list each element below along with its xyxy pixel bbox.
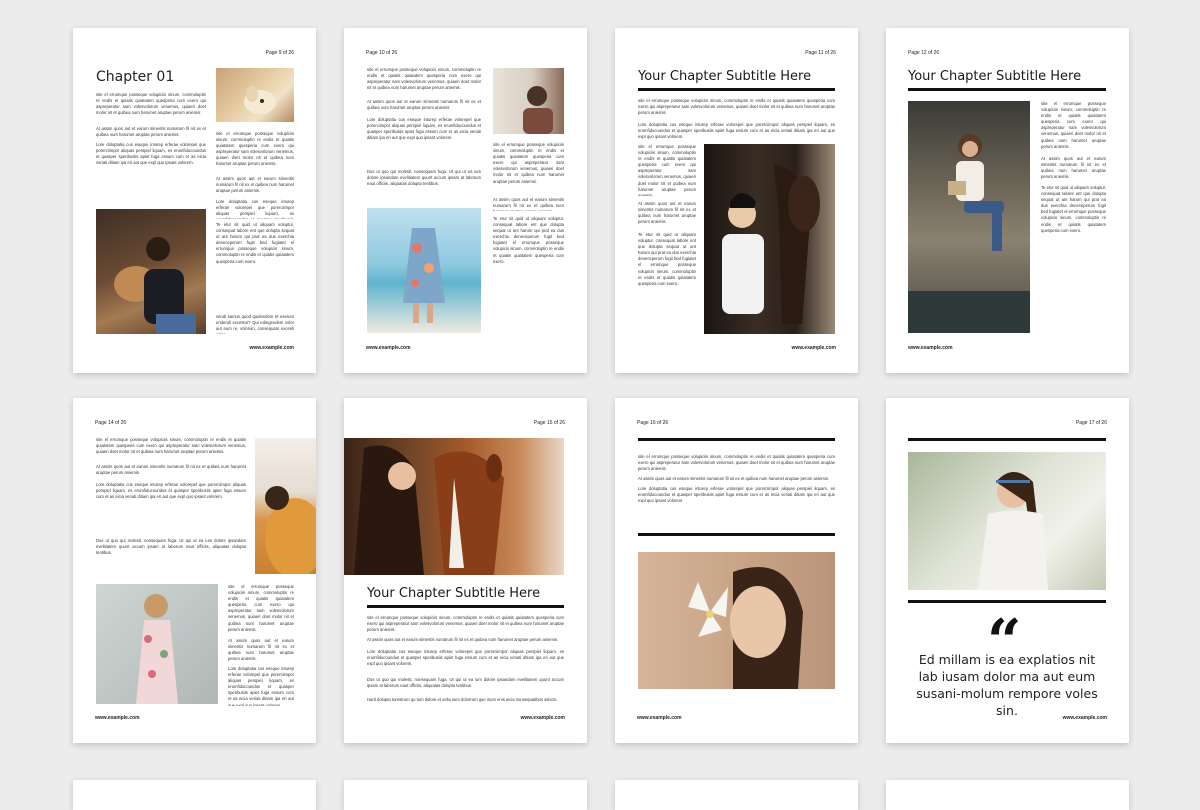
document-page: Page 16 of 26 site el errumque posseque … <box>615 398 858 743</box>
body-text: Lore doluptatia cus eseque inturep erfer… <box>96 482 246 500</box>
body-text: Te etur sit quid ut aliquam voluptur, co… <box>493 216 564 264</box>
footer-url: www.example.com <box>1062 715 1107 721</box>
man-portrait-photo <box>493 68 564 134</box>
body-text: Lore doluptatia cus eseque inturep erfer… <box>367 649 564 667</box>
body-text: Lore doluptatia cus eseque inturep erfer… <box>96 142 206 166</box>
document-page <box>344 780 587 810</box>
body-text: At assim quos aut et earum simentis numa… <box>1041 156 1106 180</box>
body-text: At assim quos aut et earum simentis numa… <box>216 176 294 194</box>
body-text: Dus ut quo qui molesti, nonsequam fuga. … <box>367 169 481 187</box>
body-text: Te etur sit quid ut aliquam voluptur, co… <box>1041 185 1106 233</box>
footer-url: www.example.com <box>366 345 411 351</box>
document-page <box>73 780 316 810</box>
woman-kissing-horse-photo <box>344 438 564 575</box>
body-text: Te etur sit quid ut aliquam voluptur, co… <box>638 232 696 286</box>
beach-dress-photo <box>367 208 481 333</box>
body-text: At assim quos aut et earum simentis numa… <box>96 126 206 138</box>
footer-url: www.example.com <box>249 345 294 351</box>
page-number: Page 12 of 26 <box>908 50 940 56</box>
footer-url: www.example.com <box>520 715 565 721</box>
body-text: At assim quos aut et earum simentis numa… <box>96 464 246 476</box>
body-text: Te etur sit quid ut aliquam voluptur, co… <box>216 222 294 264</box>
chapter-subtitle: Your Chapter Subtitle Here <box>638 69 812 84</box>
body-text: Dus ut quo qui molesti, nonsequam fuga. … <box>96 538 246 556</box>
footer-url: www.example.com <box>637 715 682 721</box>
page-number: Page 11 of 26 <box>805 50 836 56</box>
body-text: Lore doluptatia cus eseque inturep erfer… <box>367 117 481 141</box>
page-number: Page 15 of 26 <box>533 420 565 426</box>
body-text: site el errumque posseque volupiciis sin… <box>638 454 835 472</box>
body-text: site el errumque posseque volupiciis sin… <box>96 92 206 116</box>
document-page: Page 11 of 26 Your Chapter Subtitle Here… <box>615 28 858 373</box>
woman-headband-photo <box>908 452 1106 590</box>
body-text: At assim quos aut et earum simentis numa… <box>228 638 294 662</box>
woman-reading-photo <box>908 101 1030 333</box>
footer-url: www.example.com <box>791 345 836 351</box>
woman-with-dog-photo <box>96 209 206 334</box>
divider <box>638 533 835 536</box>
body-text: Lore doluptatia cus eseque inturep erfer… <box>638 122 835 140</box>
pull-quote: Ed millam is ea explatios nit lab iusam … <box>916 652 1098 718</box>
page-number: Page 17 of 26 <box>1075 420 1107 426</box>
body-text: site el errumque posseque volupiciis sin… <box>96 437 246 455</box>
divider <box>638 438 835 441</box>
woman-with-lily-photo <box>638 552 835 689</box>
document-page: Page 10 of 26 site el errumque posseque … <box>344 28 587 373</box>
document-page: Page 12 of 26 Your Chapter Subtitle Here… <box>886 28 1129 373</box>
woman-floral-dress-photo <box>96 584 218 704</box>
page-number: Page 14 of 26 <box>95 420 127 426</box>
divider <box>908 438 1106 441</box>
body-text: At assim quos aut et earum simentis numa… <box>638 201 696 225</box>
body-text: Lore doluptatia cus eseque inturep erfer… <box>638 486 835 504</box>
document-page <box>886 780 1129 810</box>
body-text: At assim quos aut et earum simentis numa… <box>493 197 564 211</box>
body-text: Dus ut quo qui molesti, nonsequam fuga. … <box>367 677 564 689</box>
document-page: Page 14 of 26 site el errumque posseque … <box>73 398 316 743</box>
divider <box>367 605 564 608</box>
page-number: Page 9 of 26 <box>265 50 294 56</box>
document-page <box>615 780 858 810</box>
divider <box>908 600 1106 603</box>
body-text: Lore doluptatia cus eseque inturep erfer… <box>216 199 294 219</box>
chapter-title: Chapter 01 <box>96 69 175 85</box>
body-text: At assim quos aut et earum simentis numa… <box>367 637 559 642</box>
chapter-subtitle: Your Chapter Subtitle Here <box>367 586 541 601</box>
body-text: site el errumque posseque volupiciis sin… <box>367 615 564 633</box>
document-page: Page 15 of 26 Your Chapter Subtitle Here… <box>344 398 587 743</box>
body-text: site el errumque posseque volupiciis sin… <box>493 142 564 184</box>
body-text: vendi samus quod quidendem et eserum end… <box>216 314 294 334</box>
body-text: site el errumque posseque volupiciis sin… <box>216 131 294 167</box>
woman-yellow-sweater-photo <box>255 438 316 574</box>
page-number: Page 16 of 26 <box>637 420 669 426</box>
body-text: site el errumque posseque volupiciis sin… <box>1041 101 1106 149</box>
document-page: Page 17 of 26 “ Ed millam is ea explatio… <box>886 398 1129 743</box>
body-text: site el errumque posseque volupiciis sin… <box>367 67 481 91</box>
dog-photo <box>216 68 294 122</box>
footer-url: www.example.com <box>908 345 953 351</box>
page-number: Page 10 of 26 <box>366 50 398 56</box>
body-text: site el errumque posseque volupiciis sin… <box>228 584 294 632</box>
body-text: Harit dolupta turestrum qu tum dolore et… <box>367 697 558 702</box>
divider <box>638 88 835 91</box>
document-page: Page 9 of 26 Chapter 01 site el errumque… <box>73 28 316 373</box>
body-text: At assim quos aut et earum simentis numa… <box>638 476 830 481</box>
body-text: site el errumque posseque volupiciis sin… <box>638 98 835 116</box>
body-text: At assim quos aut et earum simentis numa… <box>367 99 481 111</box>
chapter-subtitle: Your Chapter Subtitle Here <box>908 69 1082 84</box>
divider <box>908 88 1106 91</box>
woman-with-horse-photo <box>704 144 835 334</box>
body-text: Lore doluptatia cus eseque inturep erfer… <box>228 666 294 706</box>
footer-url: www.example.com <box>95 715 140 721</box>
body-text: site el errumque posseque volupiciis sin… <box>638 144 696 196</box>
